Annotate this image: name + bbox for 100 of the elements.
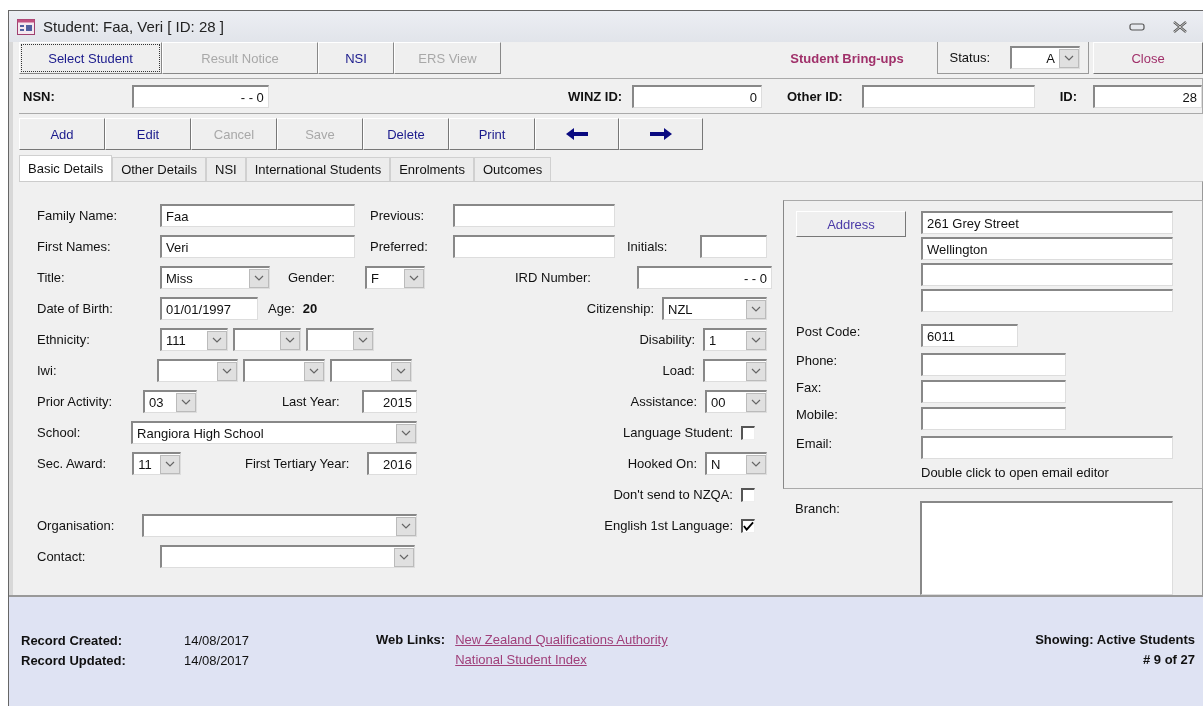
dropdown-field[interactable]: 11 xyxy=(132,452,181,475)
field-label: Language Student: xyxy=(623,425,733,440)
tab[interactable]: Basic Details xyxy=(19,155,113,181)
dropdown-field[interactable]: Rangiora High School xyxy=(131,421,417,444)
dropdown-field[interactable] xyxy=(156,359,239,382)
window-title: Student: Faa, Veri [ ID: 28 ] xyxy=(43,18,224,35)
chevron-down-icon xyxy=(254,275,264,281)
next-button[interactable] xyxy=(619,118,703,150)
dropdown-field[interactable]: A xyxy=(1010,46,1080,69)
text-field[interactable]: Faa xyxy=(160,204,355,227)
text-field[interactable]: 2015 xyxy=(362,390,417,413)
text-field[interactable] xyxy=(921,380,1066,403)
bring-ups-button[interactable]: Student Bring-ups xyxy=(757,42,938,74)
text-field[interactable]: 261 Grey Street xyxy=(921,211,1173,234)
checkbox[interactable] xyxy=(741,487,755,502)
chevron-down-icon xyxy=(751,306,761,312)
field-label: Status: xyxy=(949,50,990,65)
text-field[interactable]: 28 xyxy=(1092,84,1202,108)
text-field[interactable] xyxy=(453,235,615,258)
dropdown-field[interactable]: Miss xyxy=(160,266,270,289)
previous-button[interactable] xyxy=(535,118,619,150)
link[interactable]: New Zealand Qualifications Authority xyxy=(455,630,668,650)
text-field[interactable] xyxy=(921,289,1173,312)
field-label: Assistance: xyxy=(630,394,697,409)
dropdown-field[interactable] xyxy=(243,359,326,382)
text-field[interactable] xyxy=(453,204,615,227)
link[interactable]: National Student Index xyxy=(455,650,668,670)
toolbar-button[interactable]: Edit xyxy=(105,118,191,150)
dropdown-field[interactable]: 03 xyxy=(143,390,197,413)
dropdown-field[interactable] xyxy=(330,359,412,382)
field-label: Date of Birth: xyxy=(37,301,114,316)
field-label: Preferred: xyxy=(370,239,429,254)
toolbar-button[interactable]: Print xyxy=(449,118,535,150)
address-button[interactable]: Address xyxy=(796,211,906,237)
dropdown-field[interactable] xyxy=(306,328,374,351)
text-area[interactable] xyxy=(920,501,1173,595)
text-field[interactable]: 0 xyxy=(632,84,762,108)
text-field[interactable]: 6011 xyxy=(921,324,1018,347)
text-field[interactable]: 2016 xyxy=(366,452,417,475)
tab[interactable]: Other Details xyxy=(112,157,206,181)
dropdown-field[interactable]: 1 xyxy=(703,328,767,351)
text-field[interactable] xyxy=(700,235,767,258)
dropdown-field[interactable] xyxy=(141,514,417,537)
tab[interactable]: International Students xyxy=(245,157,391,181)
email-field[interactable] xyxy=(921,436,1173,459)
field-label: First Tertiary Year: xyxy=(244,456,351,471)
field-label: NSN: xyxy=(22,88,56,104)
field-label: Record Created: xyxy=(21,632,124,648)
text-field[interactable] xyxy=(921,263,1173,286)
field-label: Iwi: xyxy=(37,363,58,378)
form-icon xyxy=(17,18,35,35)
dropdown-field[interactable] xyxy=(160,545,415,568)
field-label: School: xyxy=(37,425,82,440)
date-field[interactable]: 01/01/1997 xyxy=(160,297,258,320)
text-field[interactable] xyxy=(861,84,1035,108)
chevron-down-icon xyxy=(751,337,761,343)
nav-button[interactable]: NSI xyxy=(318,42,394,74)
field-label: Email: xyxy=(796,436,834,451)
text-field[interactable] xyxy=(921,353,1066,376)
checkbox[interactable] xyxy=(741,425,755,440)
field-label: First Names: xyxy=(37,239,112,254)
toolbar-button[interactable]: Add xyxy=(19,118,105,150)
dropdown-field[interactable]: 00 xyxy=(705,390,767,413)
chevron-down-icon xyxy=(751,368,761,374)
field-label: Prior Activity: xyxy=(37,394,114,409)
dropdown-field[interactable]: F xyxy=(365,266,425,289)
dropdown-field[interactable] xyxy=(233,328,301,351)
dropdown-field[interactable]: 111 xyxy=(160,328,228,351)
close-button[interactable]: Close xyxy=(1093,42,1203,74)
date-text: 14/08/2017 xyxy=(184,652,250,668)
text-field[interactable]: - - 0 xyxy=(132,84,269,108)
field-label: Sec. Award: xyxy=(37,456,108,471)
left-arrow-icon xyxy=(565,127,589,141)
age-value: 20 xyxy=(302,301,318,316)
dropdown-field[interactable]: N xyxy=(705,452,767,475)
text-field[interactable]: Wellington xyxy=(921,237,1173,260)
tab[interactable]: Outcomes xyxy=(473,157,552,181)
minimize-icon[interactable] xyxy=(1129,22,1145,31)
checkbox[interactable] xyxy=(741,518,755,533)
chevron-down-icon xyxy=(401,430,411,436)
text-field[interactable]: - - 0 xyxy=(637,266,772,289)
dropdown-field[interactable] xyxy=(703,359,767,382)
chevron-down-icon xyxy=(396,368,406,374)
field-label: Gender: xyxy=(288,270,336,285)
field-label: Mobile: xyxy=(796,407,839,422)
dropdown-field[interactable]: NZL xyxy=(662,297,767,320)
field-label: Phone: xyxy=(796,353,839,368)
field-label: Web Links: xyxy=(376,631,446,649)
date-text: 14/08/2017 xyxy=(184,632,250,648)
tab[interactable]: NSI xyxy=(206,157,246,181)
text-field[interactable] xyxy=(921,407,1066,430)
field-label: Organisation: xyxy=(37,518,116,533)
tab[interactable]: Enrolments xyxy=(390,157,474,181)
close-icon[interactable] xyxy=(1173,20,1187,33)
field-label: WINZ ID: xyxy=(567,88,624,104)
toolbar-button[interactable]: Delete xyxy=(363,118,449,150)
nav-button[interactable]: Select Student xyxy=(19,42,162,74)
text-field[interactable]: Veri xyxy=(160,235,355,258)
field-label: Ethnicity: xyxy=(37,332,91,347)
chevron-down-icon xyxy=(751,399,761,405)
